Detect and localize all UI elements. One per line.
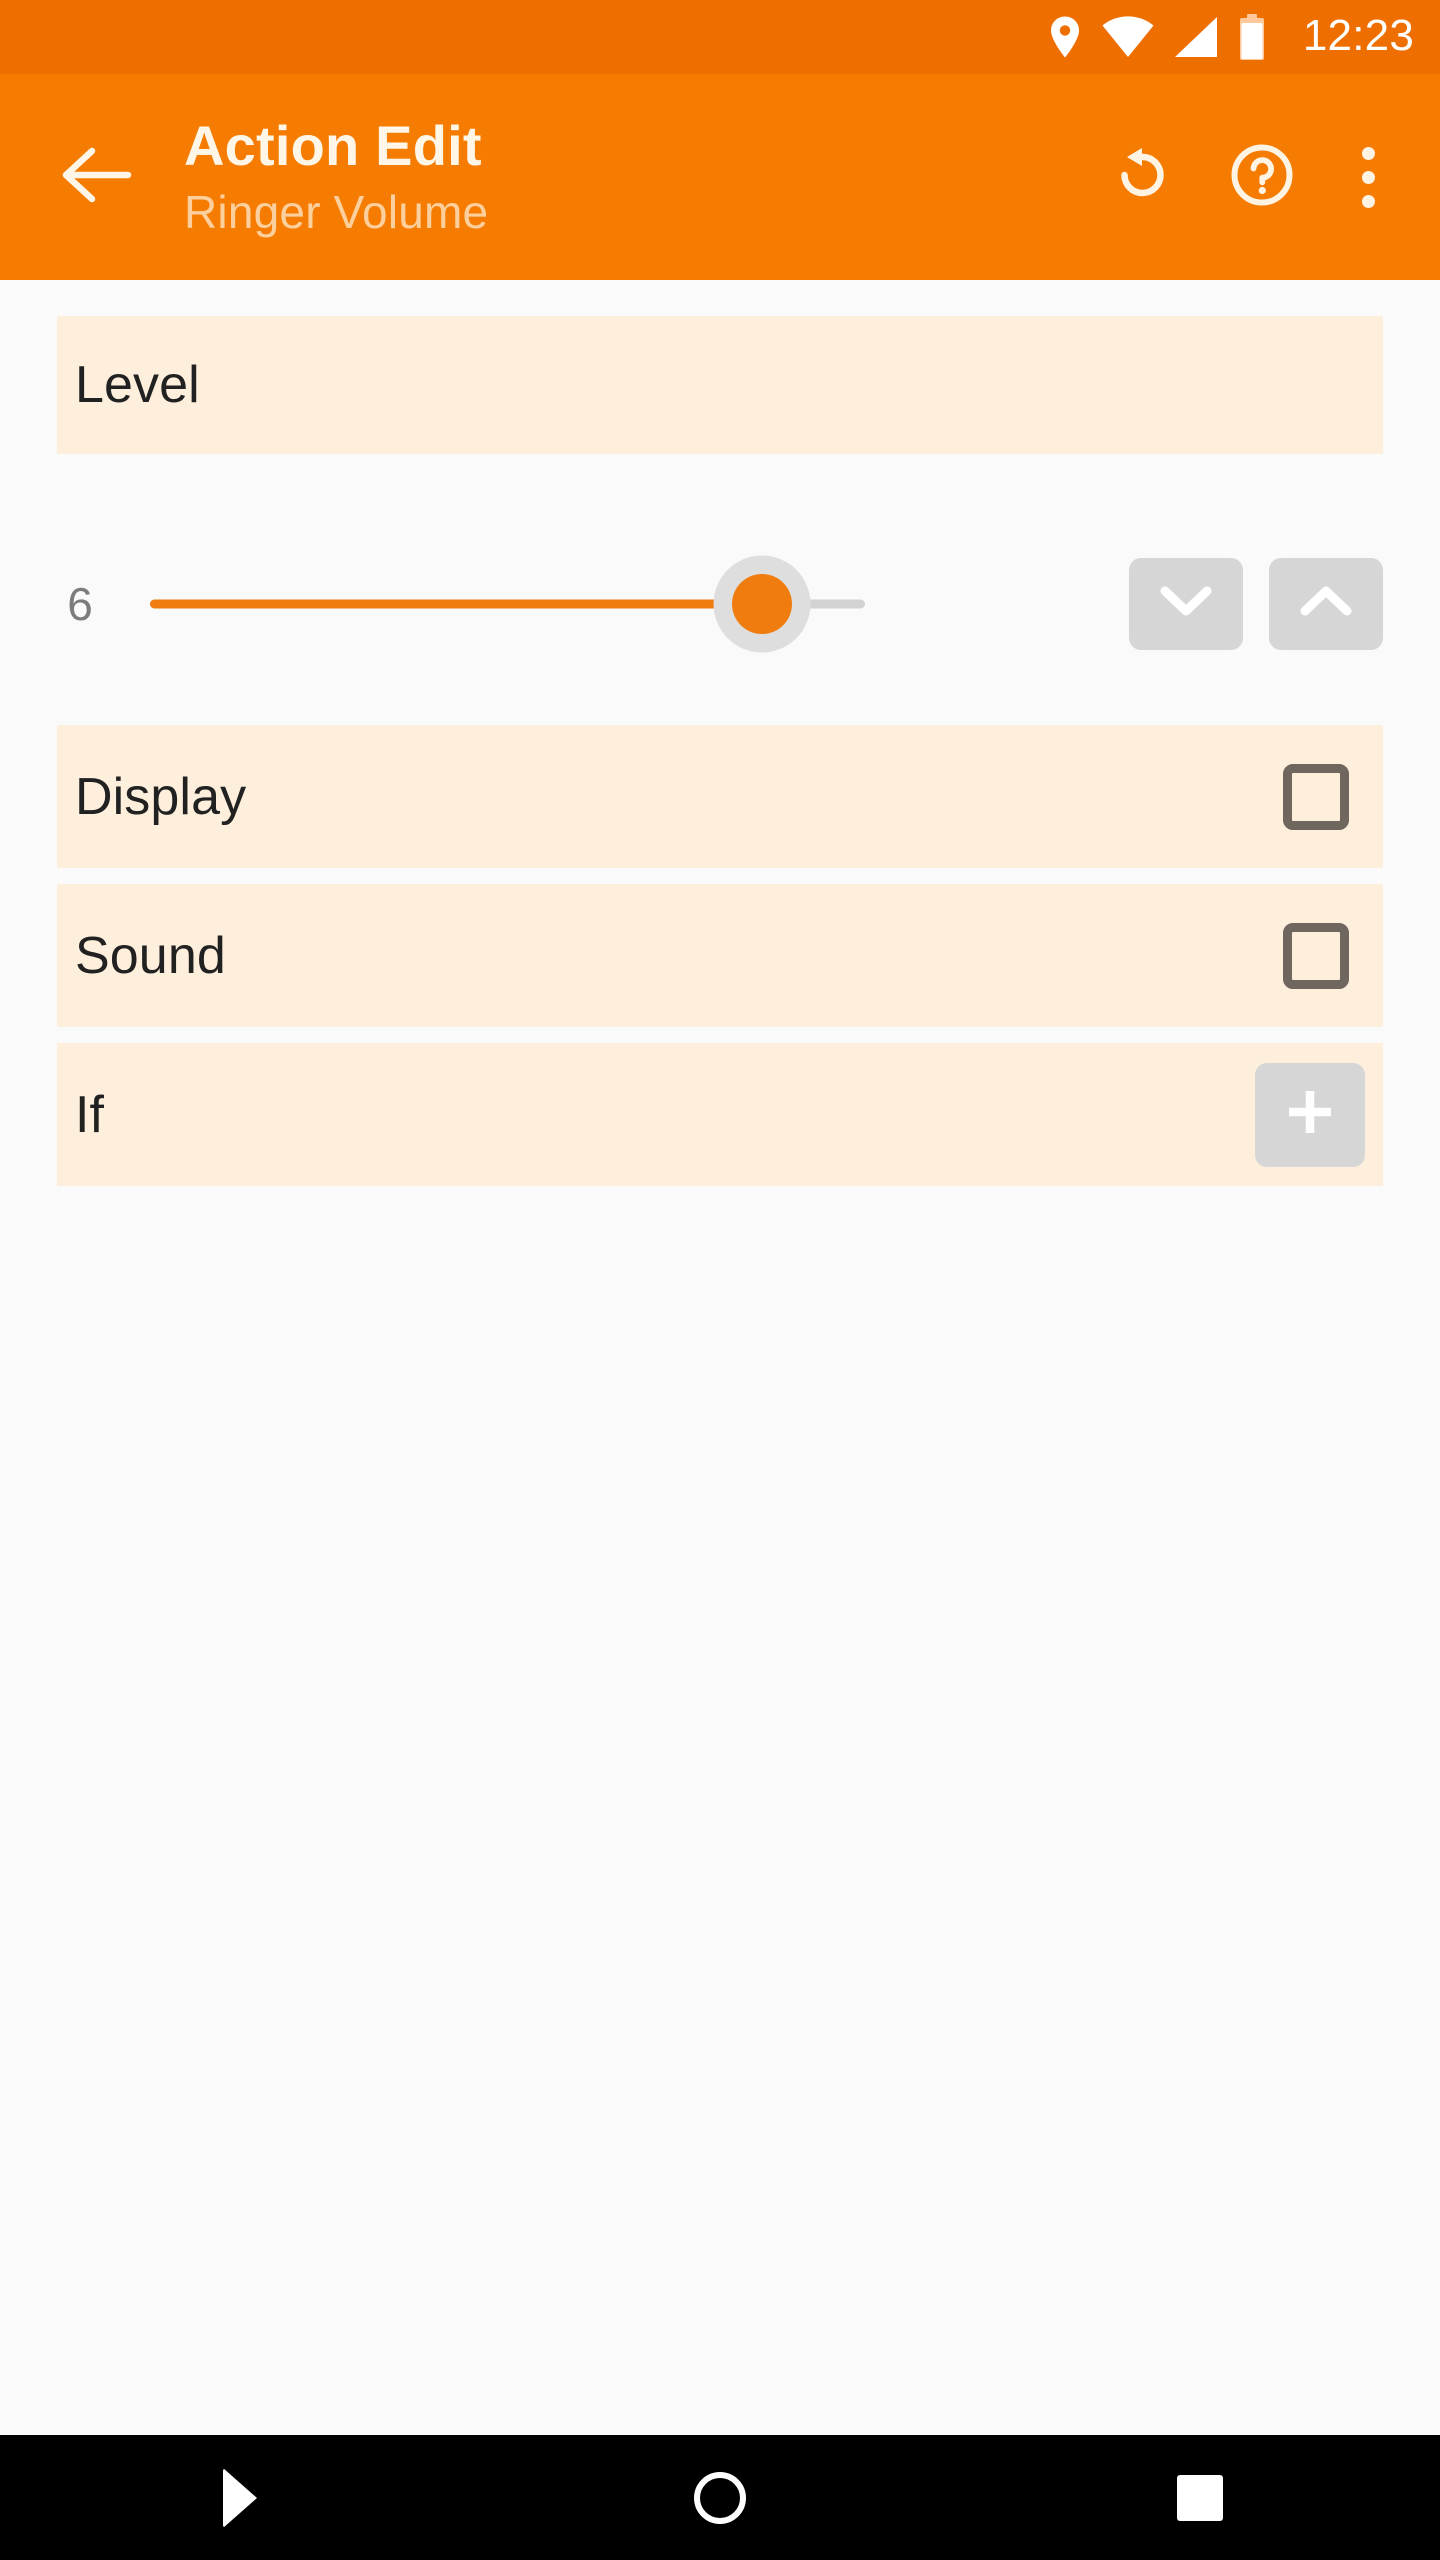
plus-icon [1282,1084,1338,1145]
nav-home-icon [694,2471,746,2524]
android-screen: 12:23 Action Edit Ringer Volume Level 6 … [0,0,1440,2560]
status-bar: 12:23 [0,0,1440,74]
slider-thumb[interactable] [732,573,792,634]
level-slider[interactable] [150,516,1115,691]
battery-icon [1238,14,1266,60]
option-row-sound[interactable]: Sound [57,884,1383,1027]
status-icon-group: 12:23 [1047,14,1414,60]
checkbox-display[interactable] [1283,763,1349,830]
help-icon [1230,143,1294,212]
android-nav-bar [0,2435,1440,2560]
undo-icon [1111,144,1173,211]
help-button[interactable] [1202,117,1322,237]
app-bar-titles: Action Edit Ringer Volume [184,114,1082,240]
location-pin-icon [1047,15,1083,59]
level-value: 6 [67,577,93,630]
option-label-display: Display [75,767,247,826]
app-bar-actions [1082,117,1440,237]
overflow-menu-icon [1361,146,1375,208]
nav-back-icon [223,2467,257,2528]
app-bar: Action Edit Ringer Volume [0,74,1440,289]
chevron-up-icon [1299,583,1353,624]
back-arrow-icon [62,145,134,210]
undo-button[interactable] [1082,117,1202,237]
level-stepper-group [1129,557,1440,650]
condition-label-if: If [75,1085,105,1144]
page-title: Action Edit [184,113,482,177]
nav-recents-icon [1177,2474,1223,2521]
decrement-level-button[interactable] [1129,557,1243,650]
page-subtitle: Ringer Volume [184,185,489,238]
level-slider-row: 6 [0,516,1440,691]
increment-level-button[interactable] [1269,557,1383,650]
checkbox-sound[interactable] [1283,922,1349,989]
slider-track-fill [150,599,762,608]
nav-recents-button[interactable] [960,2435,1440,2560]
option-row-display[interactable]: Display [57,725,1383,868]
chevron-down-icon [1159,583,1213,624]
back-button[interactable] [34,113,162,241]
overflow-menu-button[interactable] [1322,117,1414,237]
settings-content: Level 6 Display Sound If [0,280,1440,2435]
section-header-label: Level [75,356,200,414]
option-label-sound: Sound [75,926,226,985]
nav-home-button[interactable] [480,2435,960,2560]
cell-signal-icon [1173,16,1219,58]
status-clock: 12:23 [1302,11,1414,60]
nav-back-button[interactable] [0,2435,480,2560]
condition-row-if: If [57,1043,1383,1186]
add-condition-button[interactable] [1255,1062,1365,1167]
wifi-icon [1102,16,1154,58]
section-header-level: Level [57,316,1383,454]
